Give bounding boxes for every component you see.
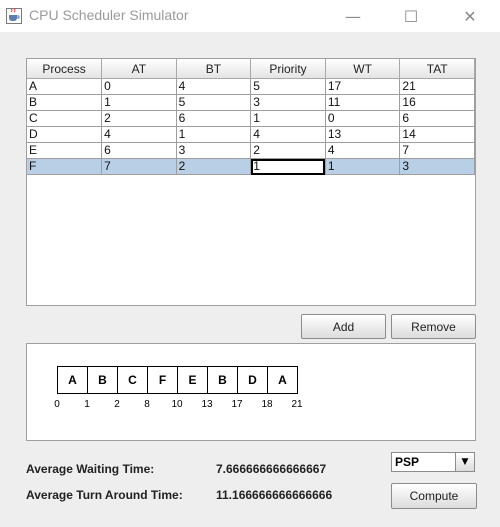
- column-header[interactable]: TAT: [399, 59, 475, 79]
- gantt-block: A: [57, 366, 88, 394]
- table-cell[interactable]: 0: [325, 110, 401, 127]
- column-header[interactable]: BT: [176, 59, 252, 79]
- table-row[interactable]: F72113: [27, 158, 475, 175]
- add-button[interactable]: Add: [301, 314, 386, 339]
- avg-waiting-time-label: Average Waiting Time:: [26, 462, 155, 476]
- table-cell[interactable]: 3: [250, 94, 326, 111]
- gantt-time-tick: 17: [231, 399, 243, 410]
- table-cell[interactable]: 21: [399, 78, 475, 95]
- gantt-time-tick: 13: [201, 399, 213, 410]
- algorithm-select[interactable]: PSP ▼: [391, 452, 475, 472]
- window-title: CPU Scheduler Simulator: [29, 7, 189, 23]
- chevron-down-icon[interactable]: ▼: [455, 453, 474, 471]
- process-table: Process AT BT Priority WT TAT A 0 4 5 17 21 B 1…: [27, 59, 475, 175]
- table-cell[interactable]: 4: [101, 126, 177, 143]
- table-cell[interactable]: F: [27, 158, 103, 175]
- table-cell[interactable]: 1: [101, 94, 177, 111]
- table-cell[interactable]: E: [27, 142, 103, 159]
- close-button[interactable]: ✕: [447, 0, 493, 32]
- table-cell[interactable]: 6: [399, 110, 475, 127]
- table-cell[interactable]: 5: [250, 78, 326, 95]
- gantt-chart: A B C F E B D A 0 1 2 8 10 13 17 18 21: [26, 343, 476, 441]
- table-body: A 0 4 5 17 21 B 1 5 3 11 16 C 2 6 1 0 6 D 4 1 4 13 14 E 6 3 2 4 7 F 7 2 1…: [27, 78, 475, 175]
- table-cell[interactable]: 1: [325, 158, 401, 175]
- table-cell[interactable]: 1: [250, 110, 326, 127]
- table-cell[interactable]: D: [27, 126, 103, 143]
- gantt-time-tick: 1: [84, 399, 90, 410]
- avg-waiting-time-value: 7.666666666666667: [216, 462, 327, 476]
- table-header-row: Process AT BT Priority WT TAT: [27, 59, 475, 79]
- minimize-button[interactable]: —: [330, 0, 376, 32]
- table-row[interactable]: D 4 1 4 13 14: [27, 126, 475, 143]
- table-cell[interactable]: 7: [101, 158, 177, 175]
- table-cell[interactable]: 6: [101, 142, 177, 159]
- table-cell[interactable]: 4: [176, 78, 252, 95]
- compute-button[interactable]: Compute: [391, 483, 477, 509]
- maximize-button[interactable]: ☐: [388, 0, 434, 32]
- avg-turnaround-time-label: Average Turn Around Time:: [26, 488, 183, 502]
- gantt-time-tick: 0: [54, 399, 60, 410]
- table-row[interactable]: C26106: [27, 110, 475, 127]
- gantt-time-tick: 21: [291, 399, 303, 410]
- table-row[interactable]: A 0 4 5 17 21: [27, 78, 475, 95]
- algorithm-selected-value: PSP: [395, 455, 420, 469]
- table-cell[interactable]: 4: [325, 142, 401, 159]
- client-area: Process AT BT Priority WT TAT A 0 4 5 17 21 B 1…: [0, 32, 500, 527]
- table-cell[interactable]: 2: [250, 142, 326, 159]
- table-row[interactable]: B 1 5 3 11 16: [27, 94, 475, 111]
- table-cell[interactable]: 13: [325, 126, 401, 143]
- table-cell[interactable]: 1: [176, 126, 252, 143]
- table-cell[interactable]: 1: [250, 158, 326, 175]
- table-cell[interactable]: 2: [101, 110, 177, 127]
- remove-button[interactable]: Remove: [391, 314, 476, 339]
- gantt-block: B: [207, 366, 238, 394]
- table-cell[interactable]: 14: [399, 126, 475, 143]
- table-cell[interactable]: 6: [176, 110, 252, 127]
- table-cell[interactable]: 3: [399, 158, 475, 175]
- gantt-block: B: [87, 366, 118, 394]
- avg-turnaround-time-value: 11.166666666666666: [216, 488, 333, 502]
- table-cell[interactable]: 16: [399, 94, 475, 111]
- gantt-time-tick: 2: [114, 399, 120, 410]
- column-header[interactable]: WT: [325, 59, 401, 79]
- table-cell[interactable]: C: [27, 110, 103, 127]
- column-header[interactable]: AT: [101, 59, 177, 79]
- gantt-time-tick: 10: [171, 399, 183, 410]
- gantt-time-tick: 8: [144, 399, 150, 410]
- table-cell[interactable]: 3: [176, 142, 252, 159]
- process-table-container[interactable]: Process AT BT Priority WT TAT A 0 4 5 17 21 B 1…: [26, 58, 476, 306]
- gantt-block: E: [177, 366, 208, 394]
- table-cell[interactable]: 7: [399, 142, 475, 159]
- table-row[interactable]: E63247: [27, 142, 475, 159]
- table-cell[interactable]: A: [27, 78, 103, 95]
- gantt-block: C: [117, 366, 148, 394]
- table-cell[interactable]: 17: [325, 78, 401, 95]
- table-cell[interactable]: 4: [250, 126, 326, 143]
- column-header[interactable]: Priority: [250, 59, 326, 79]
- java-cup-icon: [6, 8, 22, 24]
- table-cell[interactable]: 11: [325, 94, 401, 111]
- gantt-time-tick: 18: [261, 399, 273, 410]
- gantt-block: D: [237, 366, 268, 394]
- table-cell[interactable]: 2: [176, 158, 252, 175]
- gantt-block: F: [147, 366, 178, 394]
- title-bar: CPU Scheduler Simulator — ☐ ✕: [0, 0, 500, 32]
- table-cell[interactable]: 5: [176, 94, 252, 111]
- table-cell[interactable]: B: [27, 94, 103, 111]
- gantt-block: A: [267, 366, 298, 394]
- table-cell[interactable]: 0: [101, 78, 177, 95]
- column-header[interactable]: Process: [27, 59, 103, 79]
